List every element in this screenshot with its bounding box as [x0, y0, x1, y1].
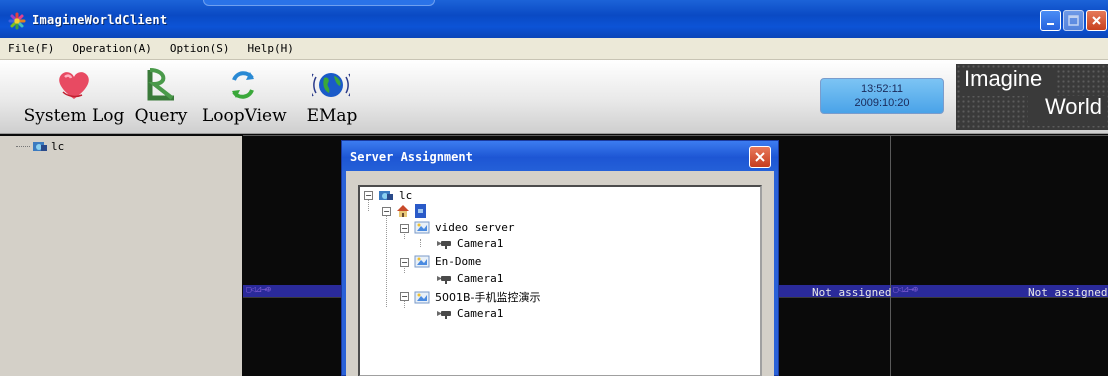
system-log-button[interactable]: System Log: [22, 62, 126, 132]
tree-node-server[interactable]: video server: [414, 221, 514, 234]
window-titlebar: ImagineWorldClient: [0, 0, 1108, 38]
menu-option[interactable]: Option(S): [170, 42, 230, 55]
camera-name: Camera1: [457, 237, 504, 250]
maximize-icon: [1068, 15, 1079, 26]
heart-icon: [59, 72, 89, 99]
tree-node-camera[interactable]: Camera1: [436, 237, 503, 250]
titlebar-tab: [203, 0, 435, 6]
camera-name: Camera1: [457, 307, 504, 320]
menu-file[interactable]: File(F): [8, 42, 54, 55]
server-name: En-Dome: [435, 255, 482, 268]
camera-icon: [437, 275, 451, 284]
collapse-toggle[interactable]: −: [382, 207, 391, 216]
clock-date: 2009:10:20: [854, 97, 910, 109]
dialog-titlebar[interactable]: Server Assignment: [342, 141, 778, 171]
query-button[interactable]: Query: [132, 62, 190, 132]
app-icon: [8, 12, 26, 30]
video-grid-divider: [890, 135, 891, 376]
server-folder-icon: [379, 191, 393, 200]
dialog-body: − lc − − video server Camera1 − En-Dome …: [346, 171, 774, 376]
server-tree[interactable]: − lc − − video server Camera1 − En-Dome …: [358, 185, 762, 376]
logo-text-world: World: [1044, 94, 1102, 119]
dialog-close-button[interactable]: [749, 146, 771, 168]
globe-icon: [312, 73, 350, 97]
minimize-icon: [1046, 22, 1054, 25]
collapse-toggle[interactable]: −: [364, 191, 373, 200]
close-icon: [755, 152, 765, 162]
loopview-label: LoopView: [202, 106, 287, 126]
tree-node-home[interactable]: [396, 204, 426, 218]
camera-icon: [437, 240, 451, 249]
ptz-control-icon[interactable]: ▢◁⊿→⊕: [246, 285, 271, 297]
menu-operation[interactable]: Operation(A): [72, 42, 151, 55]
camera-icon: [437, 310, 451, 319]
not-assigned-label: Not assigned: [1028, 286, 1108, 299]
menu-help[interactable]: Help(H): [247, 42, 293, 55]
server-assignment-dialog: Server Assignment − lc − − video server …: [341, 140, 779, 376]
tree-node-label: lc: [399, 188, 413, 202]
server-folder-icon: [33, 142, 47, 151]
tree-node-camera[interactable]: Camera1: [436, 272, 503, 285]
ptz-control-icon[interactable]: ▢◁⊿→⊕: [893, 285, 918, 297]
emap-label: EMap: [306, 106, 358, 126]
system-log-label: System Log: [23, 106, 125, 126]
tree-node-label: lc: [51, 139, 65, 153]
selected-item-icon: [415, 204, 426, 218]
dialog-title: Server Assignment: [350, 150, 473, 164]
close-button[interactable]: [1086, 10, 1107, 31]
logo-text-imagine: Imagine: [964, 66, 1043, 91]
server-name: 5001B-手机监控演示: [435, 291, 541, 304]
camera-name: Camera1: [457, 272, 504, 285]
video-server-icon: [414, 291, 430, 303]
tree-node-server[interactable]: 5001B-手机监控演示: [414, 289, 541, 305]
not-assigned-label: Not assigned: [812, 286, 892, 299]
tree-node-camera[interactable]: Camera1: [436, 307, 503, 320]
loopview-button[interactable]: LoopView: [202, 62, 287, 132]
tree-node-lc[interactable]: lc: [378, 188, 412, 202]
toolbar: System Log Query LoopView EMap 13:52:11 …: [0, 60, 1108, 134]
home-icon: [397, 205, 409, 217]
video-server-icon: [414, 255, 430, 268]
collapse-toggle[interactable]: −: [400, 258, 409, 267]
window-title: ImagineWorldClient: [32, 13, 168, 27]
loop-arrows-icon: [232, 71, 254, 99]
minimize-button[interactable]: [1040, 10, 1061, 31]
video-server-icon: [414, 221, 430, 234]
clock-time: 13:52:11: [860, 83, 903, 95]
collapse-toggle[interactable]: −: [400, 292, 409, 301]
server-name: video server: [435, 221, 515, 234]
tree-node-lc[interactable]: lc: [32, 139, 64, 153]
maximize-button[interactable]: [1063, 10, 1084, 31]
menu-bar: File(F) Operation(A) Option(S) Help(H): [0, 38, 1108, 60]
tree-node-server[interactable]: En-Dome: [414, 255, 481, 268]
query-icon: [147, 68, 174, 101]
clock-display: 13:52:11 2009:10:20: [820, 78, 944, 114]
brand-logo: Imagine World: [956, 64, 1108, 130]
device-tree-panel: lc: [0, 136, 242, 376]
video-grid-top-line: [243, 135, 1108, 136]
emap-button[interactable]: EMap: [300, 62, 364, 132]
query-label: Query: [134, 106, 188, 126]
collapse-toggle[interactable]: −: [400, 224, 409, 233]
close-icon: [1092, 16, 1101, 25]
